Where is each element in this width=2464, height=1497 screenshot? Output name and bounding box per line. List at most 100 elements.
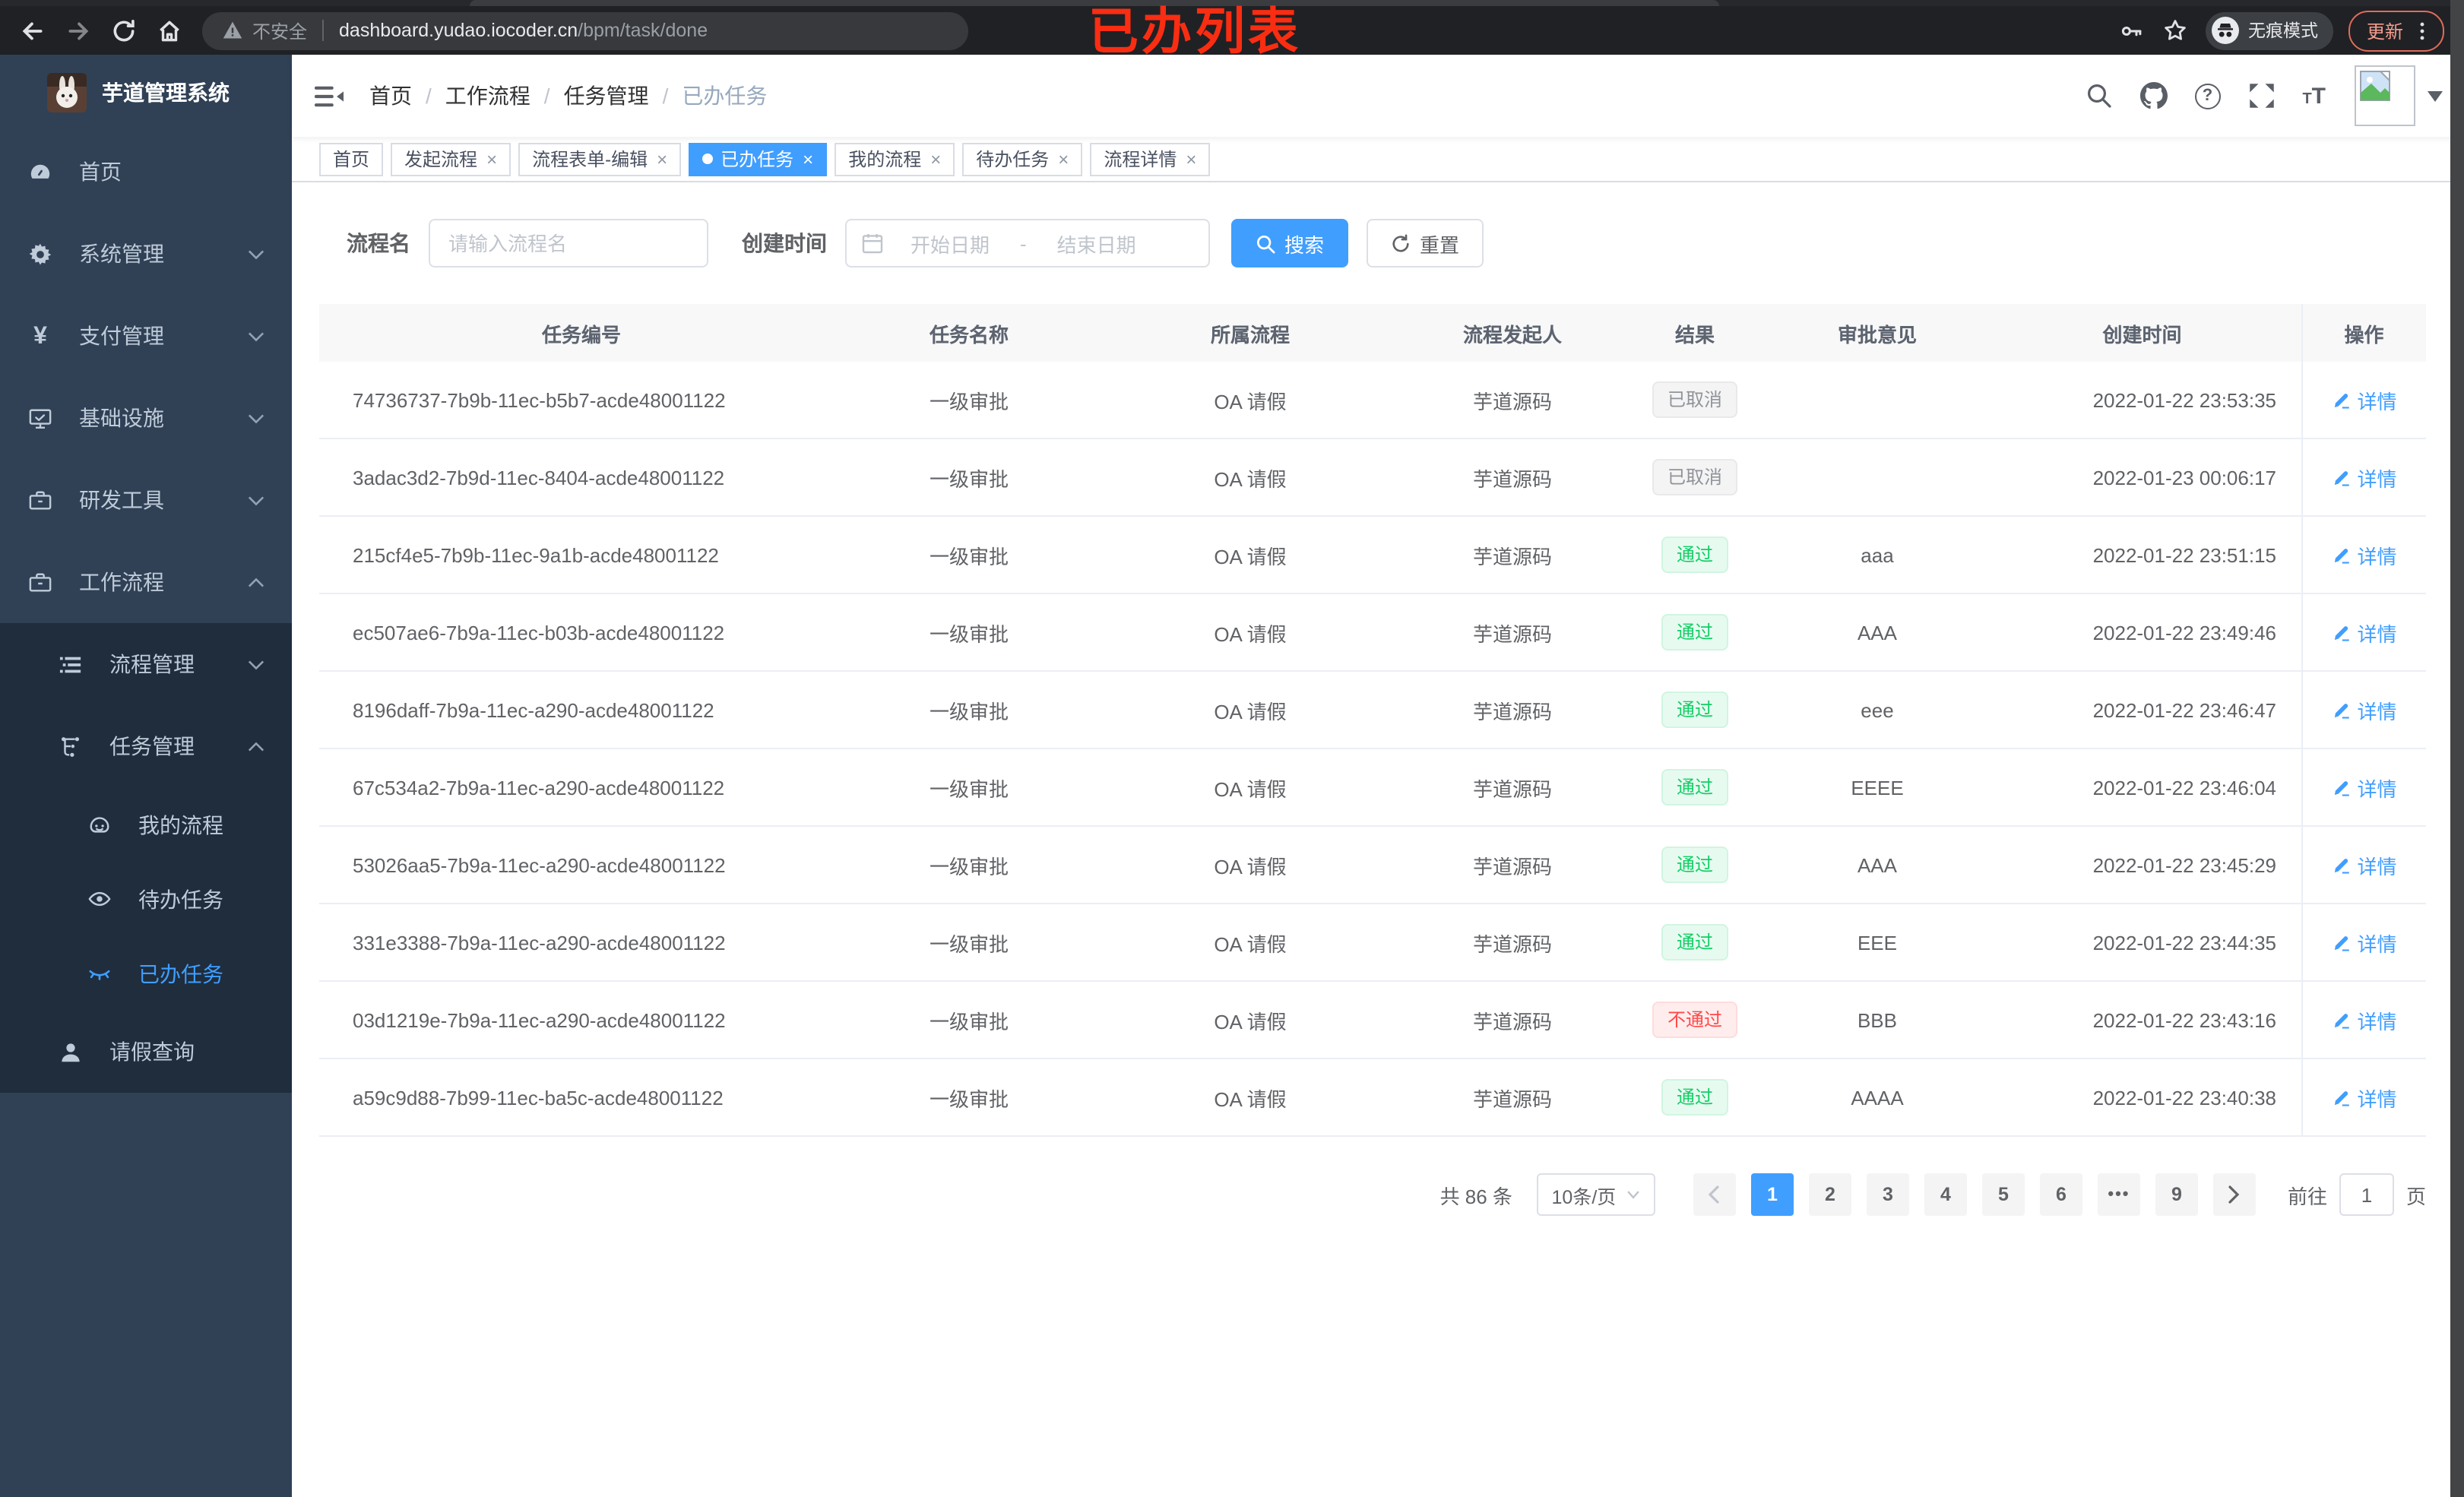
sidebar-item-todo-tasks[interactable]: 待办任务 [0, 862, 292, 936]
sidebar-item-done-tasks[interactable]: 已办任务 [0, 936, 292, 1011]
github-icon[interactable] [2139, 82, 2168, 109]
sidebar-item-task-mgmt[interactable]: 任务管理 [0, 705, 292, 787]
bookmark-star-icon[interactable] [2163, 18, 2187, 43]
tab-6[interactable]: 流程详情 × [1090, 142, 1211, 176]
cell-initiator: 芋道源码 [1406, 826, 1619, 904]
avatar-caret-icon[interactable] [2428, 90, 2443, 101]
tab-label: 我的流程 [848, 149, 922, 170]
sidebar-item-workflow[interactable]: 工作流程 [0, 541, 292, 623]
detail-link[interactable]: 详情 [2331, 773, 2397, 802]
cell-actions: 详情 [2301, 748, 2426, 827]
result-tag: 通过 [1661, 692, 1728, 728]
page-button-6[interactable]: 6 [2039, 1173, 2082, 1216]
date-range-picker[interactable]: 开始日期 - 结束日期 [845, 219, 1210, 267]
next-page-button[interactable] [2212, 1173, 2256, 1216]
detail-link[interactable]: 详情 [2331, 928, 2397, 957]
page-button-3[interactable]: 3 [1866, 1173, 1909, 1216]
detail-link[interactable]: 详情 [2331, 1083, 2397, 1112]
page-button-4[interactable]: 4 [1924, 1173, 1967, 1216]
tab-4[interactable]: 我的流程 × [835, 142, 955, 176]
tab-3[interactable]: 已办任务 × [689, 142, 828, 176]
home-icon[interactable] [157, 17, 182, 43]
cell-comment [1771, 438, 1984, 517]
navbar-actions: ? TT [2071, 65, 2443, 126]
breadcrumb-workflow[interactable]: 工作流程 [445, 81, 530, 111]
cell-comment: EEEE [1771, 748, 1984, 827]
page-button-9[interactable]: 9 [2155, 1173, 2198, 1216]
browser-chrome: 不安全 dashboard.yudao.iocoder.cn/bpm/task/… [0, 0, 2464, 57]
forward-icon[interactable] [65, 17, 91, 43]
range-separator: - [1020, 232, 1027, 255]
process-name-input[interactable] [429, 219, 708, 267]
tab-2[interactable]: 流程表单-编辑 × [518, 142, 682, 176]
cell-task-name: 一级审批 [844, 516, 1094, 594]
cell-comment: AAA [1771, 593, 1984, 672]
chevron-down-icon [248, 249, 264, 259]
detail-link[interactable]: 详情 [2331, 540, 2397, 569]
incognito-label: 无痕模式 [2247, 23, 2318, 41]
page-more-button[interactable]: ••• [2097, 1173, 2140, 1216]
reload-icon[interactable] [111, 17, 137, 43]
sidebar-item-leave-query[interactable]: 请假查询 [0, 1011, 292, 1093]
detail-link[interactable]: 详情 [2331, 850, 2397, 879]
chevron-up-icon [248, 741, 264, 751]
search-icon[interactable] [2085, 82, 2112, 109]
help-icon[interactable]: ? [2194, 83, 2221, 109]
cell-created: 2022-01-22 23:53:35 [1984, 362, 2301, 439]
password-key-icon[interactable] [2120, 19, 2143, 42]
prev-page-button[interactable] [1693, 1173, 1736, 1216]
page-size-select[interactable]: 10条/页 [1536, 1173, 1655, 1216]
tab-5[interactable]: 待办任务 × [962, 142, 1083, 176]
detail-link[interactable]: 详情 [2331, 463, 2397, 492]
cell-process: OA 请假 [1094, 362, 1406, 439]
sidebar-item-my-process[interactable]: 我的流程 [0, 787, 292, 862]
tab-close-icon[interactable]: × [930, 150, 941, 168]
goto-page-input[interactable] [2339, 1173, 2394, 1216]
breadcrumb-task-mgmt[interactable]: 任务管理 [564, 81, 649, 111]
tab-close-icon[interactable]: × [1058, 150, 1069, 168]
tab-0[interactable]: 首页 [319, 142, 384, 176]
reset-button[interactable]: 重置 [1367, 219, 1484, 267]
sidebar-collapse-icon[interactable] [315, 83, 344, 109]
page-button-1[interactable]: 1 [1750, 1173, 1794, 1216]
sidebar-item-process-mgmt[interactable]: 流程管理 [0, 623, 292, 705]
refresh-icon [1392, 233, 1409, 252]
start-date-placeholder: 开始日期 [910, 233, 990, 256]
page-button-2[interactable]: 2 [1808, 1173, 1851, 1216]
avatar[interactable] [2355, 65, 2415, 126]
breadcrumb-home[interactable]: 首页 [369, 81, 412, 111]
tab-close-icon[interactable]: × [803, 150, 813, 168]
gear-icon [29, 242, 52, 264]
sidebar-item-payment[interactable]: ¥ 支付管理 [0, 295, 292, 377]
window-scrollbar-strip[interactable] [2450, 0, 2464, 1497]
cell-result: 通过 [1619, 826, 1771, 904]
sidebar-item-infrastructure[interactable]: 基础设施 [0, 377, 292, 459]
result-tag: 通过 [1661, 847, 1728, 883]
sidebar-item-home[interactable]: 首页 [0, 131, 292, 213]
cell-result: 通过 [1619, 671, 1771, 749]
search-button[interactable]: 搜索 [1231, 219, 1349, 267]
font-size-icon[interactable]: TT [2302, 83, 2326, 109]
update-button[interactable]: 更新 [2348, 10, 2444, 51]
tab-close-icon[interactable]: × [657, 150, 667, 168]
detail-link[interactable]: 详情 [2331, 385, 2397, 414]
detail-link[interactable]: 详情 [2331, 695, 2397, 724]
cell-task-id: 03d1219e-7b9a-11ec-a290-acde48001122 [319, 981, 844, 1059]
chevron-down-icon [248, 413, 264, 423]
tab-close-icon[interactable]: × [1186, 150, 1196, 168]
sidebar-item-system[interactable]: 系统管理 [0, 213, 292, 295]
col-actions: 操作 [2301, 304, 2426, 362]
sidebar-item-devtools[interactable]: 研发工具 [0, 459, 292, 541]
detail-link[interactable]: 详情 [2331, 1005, 2397, 1034]
browser-menu-icon[interactable] [2412, 21, 2432, 40]
detail-link[interactable]: 详情 [2331, 618, 2397, 647]
cell-actions: 详情 [2301, 981, 2426, 1059]
tab-close-icon[interactable]: × [486, 150, 497, 168]
cell-task-name: 一级审批 [844, 826, 1094, 904]
back-icon[interactable] [20, 17, 46, 43]
sidebar-logo[interactable]: 芋道管理系统 [0, 55, 292, 131]
page-button-5[interactable]: 5 [1981, 1173, 2025, 1216]
fullscreen-icon[interactable] [2247, 82, 2275, 109]
url-bar[interactable]: 不安全 dashboard.yudao.iocoder.cn/bpm/task/… [202, 11, 968, 49]
tab-1[interactable]: 发起流程 × [391, 142, 511, 176]
